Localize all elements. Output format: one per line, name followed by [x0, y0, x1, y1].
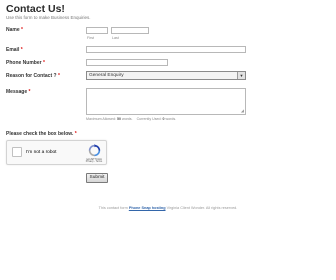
- message-label-text: Message: [6, 89, 28, 95]
- footer-link[interactable]: Phone Snap hosting: [129, 206, 166, 210]
- recaptcha-checkbox-label: I'm not a robot: [26, 150, 57, 155]
- max-words-value: 50: [116, 117, 121, 121]
- message-required-mark: *: [28, 89, 31, 95]
- footer-prefix: This contact form: [98, 206, 128, 210]
- page-title: Contact Us!: [6, 3, 65, 15]
- phone-field[interactable]: [86, 59, 168, 66]
- name-label: Name *: [6, 27, 23, 33]
- last-name-sublabel: Last: [112, 36, 119, 40]
- recaptcha-widget: I'm not a robot reCAPTCHA Privacy - Term…: [6, 140, 107, 165]
- recaptcha-privacy-terms[interactable]: Privacy - Terms: [83, 160, 105, 163]
- last-name-input[interactable]: [111, 27, 149, 34]
- footer: This contact form Phone Snap hosting Vir…: [0, 206, 336, 210]
- name-required-mark: *: [21, 27, 23, 33]
- first-name-input[interactable]: [86, 27, 108, 34]
- email-field[interactable]: [86, 46, 246, 53]
- contact-page: Contact Us! Use this form to make Busine…: [0, 0, 336, 280]
- captcha-prompt: Please check the box below. *: [6, 131, 77, 137]
- message-textarea[interactable]: ◢: [86, 88, 246, 115]
- reason-label: Reason for Contact ? *: [6, 73, 60, 79]
- captcha-prompt-text: Please check the box below.: [6, 131, 74, 137]
- email-label: Email *: [6, 47, 23, 53]
- resize-grip-icon[interactable]: ◢: [241, 109, 244, 113]
- reason-select[interactable]: General Enquiry ▼: [86, 71, 246, 80]
- email-required-mark: *: [20, 47, 23, 53]
- max-words-label: Maximum Allowed:: [86, 117, 116, 121]
- reason-required-mark: *: [57, 73, 60, 79]
- phone-label: Phone Number *: [6, 60, 45, 66]
- reason-selected-value: General Enquiry: [89, 73, 124, 78]
- submit-button[interactable]: Submit: [86, 173, 108, 183]
- first-name-sublabel: First: [87, 36, 94, 40]
- email-label-text: Email: [6, 47, 20, 53]
- phone-label-text: Phone Number: [6, 60, 42, 66]
- current-words-value: 0: [162, 117, 165, 121]
- page-subtitle: Use this form to make Business Enquiries…: [6, 15, 91, 20]
- recaptcha-checkbox[interactable]: [12, 147, 22, 157]
- reason-label-text: Reason for Contact ?: [6, 73, 57, 79]
- current-words-unit: words.: [165, 117, 177, 121]
- message-label: Message *: [6, 89, 30, 95]
- chevron-down-icon[interactable]: ▼: [237, 72, 245, 79]
- max-words-unit: words.: [121, 117, 133, 121]
- footer-suffix: Virginia Client Wonder. All rights reser…: [166, 206, 238, 210]
- current-words-label: Currently Used:: [136, 117, 162, 121]
- recaptcha-logo-icon: [88, 144, 101, 157]
- captcha-required-mark: *: [74, 131, 77, 137]
- phone-required-mark: *: [42, 60, 45, 66]
- word-counter: Maximum Allowed: 50 words. Currently Use…: [86, 117, 176, 121]
- name-label-text: Name: [6, 27, 20, 33]
